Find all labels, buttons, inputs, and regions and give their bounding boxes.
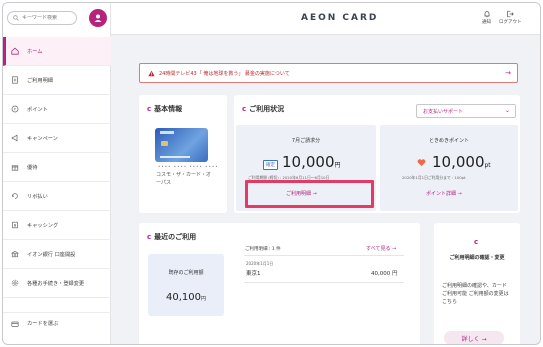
sidebar-item-label: リボ払い bbox=[27, 193, 48, 200]
notice-body: ご利用明細の確認や、カード ご利用可能 ご利用額の変更はこちら bbox=[442, 283, 509, 305]
card-name: コスモ・ザ・カード・オーパス bbox=[156, 172, 212, 186]
card-chip bbox=[161, 141, 168, 146]
recent-heading: 最近のご利用 bbox=[154, 233, 197, 241]
warning-icon bbox=[148, 70, 155, 76]
logout-icon bbox=[507, 10, 514, 18]
points-detail-link[interactable]: ポイント詳細 → bbox=[426, 190, 462, 197]
summary-amount-value: 40,100 bbox=[165, 292, 201, 303]
payment-support-dropdown[interactable]: お支払いサポート ⌄ bbox=[416, 104, 516, 118]
credit-card-image[interactable] bbox=[155, 128, 208, 162]
sidebar-item-campaign[interactable]: キャンペーン bbox=[3, 124, 111, 153]
row-date: 2020年1月1日 bbox=[246, 261, 274, 266]
top-header: AEON CARD 通知 ログアウト bbox=[111, 3, 540, 35]
payment-month-label: 7月ご請求分 bbox=[291, 138, 321, 144]
notification-label: 通知 bbox=[482, 20, 491, 25]
usage-title: c ご利用状況 bbox=[242, 104, 284, 114]
sidebar-item-cashing[interactable]: キャッシング bbox=[3, 211, 111, 240]
notice-heading: ご利用明細の確認・変更 bbox=[449, 255, 505, 261]
payment-amount-value: 10,000 bbox=[282, 153, 335, 171]
see-all-link[interactable]: すべて見る → bbox=[366, 245, 396, 252]
sidebar-item-label: イオン銀行 口座開設 bbox=[27, 251, 76, 258]
card-number-stripe bbox=[160, 156, 190, 158]
sidebar-item-label: キャッシング bbox=[27, 222, 59, 229]
points-label: ときめきポイント bbox=[428, 138, 469, 144]
sidebar-item-benefits[interactable]: 優待 bbox=[3, 153, 111, 182]
bell-icon bbox=[483, 11, 490, 18]
megaphone-icon bbox=[11, 134, 18, 142]
basic-info-heading: 基本情報 bbox=[154, 105, 183, 113]
notification-button[interactable]: 通知 bbox=[482, 10, 491, 25]
gift-icon bbox=[11, 165, 19, 171]
section-marker-icon: c bbox=[242, 105, 247, 113]
row-amount: 40,000 円 bbox=[371, 271, 398, 277]
bank-icon bbox=[11, 250, 19, 258]
status-badge: 確定 bbox=[263, 160, 278, 170]
points-unit: pt bbox=[484, 162, 491, 169]
heart-point-icon bbox=[417, 159, 426, 167]
point-icon: P bbox=[11, 105, 19, 113]
chevron-down-icon: ⌄ bbox=[504, 107, 510, 114]
card-number-masked: •••• •••• •••• •••• bbox=[158, 164, 219, 169]
user-icon bbox=[94, 14, 102, 22]
logout-button[interactable]: ログアウト bbox=[499, 10, 522, 25]
highlight-box bbox=[245, 180, 374, 208]
recent-title: c 最近のご利用 bbox=[147, 232, 196, 242]
alert-banner[interactable]: 24時間テレビ43「 俺は地球を救う」 募金の実施について → bbox=[139, 63, 518, 83]
alert-text: 24時間テレビ43「 俺は地球を救う」 募金の実施について bbox=[159, 70, 290, 77]
search-input[interactable] bbox=[22, 15, 76, 21]
sidebar-item-label: キャンペーン bbox=[27, 135, 58, 142]
sidebar-item-label: ホーム bbox=[27, 48, 43, 55]
sidebar-item-label: 優待 bbox=[27, 164, 38, 171]
logout-label: ログアウト bbox=[499, 20, 522, 25]
user-avatar-button[interactable] bbox=[89, 9, 107, 27]
dropdown-label: お支払いサポート bbox=[423, 108, 464, 115]
sidebar-item-label: ポイント bbox=[27, 106, 48, 113]
usage-count-label: ご利用明細 : 1 件 bbox=[245, 247, 281, 252]
sidebar-item-points[interactable]: P ポイント bbox=[3, 95, 111, 124]
sidebar-item-label: 各種お手続き・登録変更 bbox=[27, 280, 85, 287]
app-window: ホーム ご利用明細 P ポイント キャンペーン 優待 リボ払い bbox=[2, 2, 541, 345]
points-note: 2020年1月1日ご利用分まで : 100pt bbox=[402, 175, 466, 180]
payment-amount: 10,000円 bbox=[282, 153, 341, 171]
section-marker-icon: c bbox=[147, 233, 152, 241]
sidebar-item-statement[interactable]: ご利用明細 bbox=[3, 66, 111, 95]
sidebar-item-settings[interactable]: 各種お手続き・登録変更 bbox=[3, 269, 111, 298]
home-icon bbox=[11, 47, 19, 55]
sidebar: ホーム ご利用明細 P ポイント キャンペーン 優待 リボ払い bbox=[3, 3, 111, 344]
details-button[interactable]: 詳しく → bbox=[444, 331, 504, 344]
section-marker-icon: c bbox=[474, 238, 479, 246]
row-shop: 東京1 bbox=[246, 271, 261, 277]
aeon-card-logo[interactable]: AEON CARD bbox=[301, 13, 378, 23]
search-box[interactable] bbox=[7, 11, 77, 25]
usage-heading: ご利用状況 bbox=[249, 105, 285, 113]
search-icon bbox=[13, 15, 19, 21]
sidebar-item-home[interactable]: ホーム bbox=[3, 37, 111, 66]
settings-icon bbox=[11, 279, 19, 287]
recent-summary-box: 既存のご利用額 40,100円 bbox=[148, 254, 224, 316]
payment-amount-unit: 円 bbox=[334, 162, 341, 169]
sidebar-item-bank[interactable]: イオン銀行 口座開設 bbox=[3, 240, 111, 269]
card-brand-mark bbox=[160, 131, 174, 134]
sidebar-item-label: カードを選ぶ bbox=[27, 321, 59, 327]
cash-icon bbox=[12, 221, 18, 229]
basic-info-title: c 基本情報 bbox=[147, 104, 182, 114]
summary-amount: 40,100円 bbox=[148, 292, 224, 303]
points-panel: ときめきポイント 10,000pt 2020年1月1日ご利用分まで : 100p… bbox=[380, 125, 518, 211]
summary-label: 既存のご利用額 bbox=[168, 270, 204, 276]
points-amount: 10,000pt bbox=[432, 153, 491, 171]
card-icon bbox=[11, 321, 19, 327]
row-divider bbox=[244, 255, 404, 256]
sidebar-item-label: ご利用明細 bbox=[27, 77, 53, 84]
alert-arrow-icon: → bbox=[505, 69, 511, 77]
svg-text:P: P bbox=[14, 107, 17, 111]
summary-amount-unit: 円 bbox=[200, 296, 206, 302]
sidebar-item-revolving[interactable]: リボ払い bbox=[3, 182, 111, 211]
row-divider bbox=[244, 282, 404, 283]
points-value: 10,000 bbox=[432, 153, 485, 171]
sidebar-item-card-select[interactable]: カードを選ぶ bbox=[3, 312, 111, 334]
sidebar-nav: ホーム ご利用明細 P ポイント キャンペーン 優待 リボ払い キャッシング イ… bbox=[3, 37, 111, 298]
statement-icon bbox=[12, 76, 18, 84]
section-marker-icon: c bbox=[147, 105, 152, 113]
revolving-icon bbox=[12, 193, 18, 199]
